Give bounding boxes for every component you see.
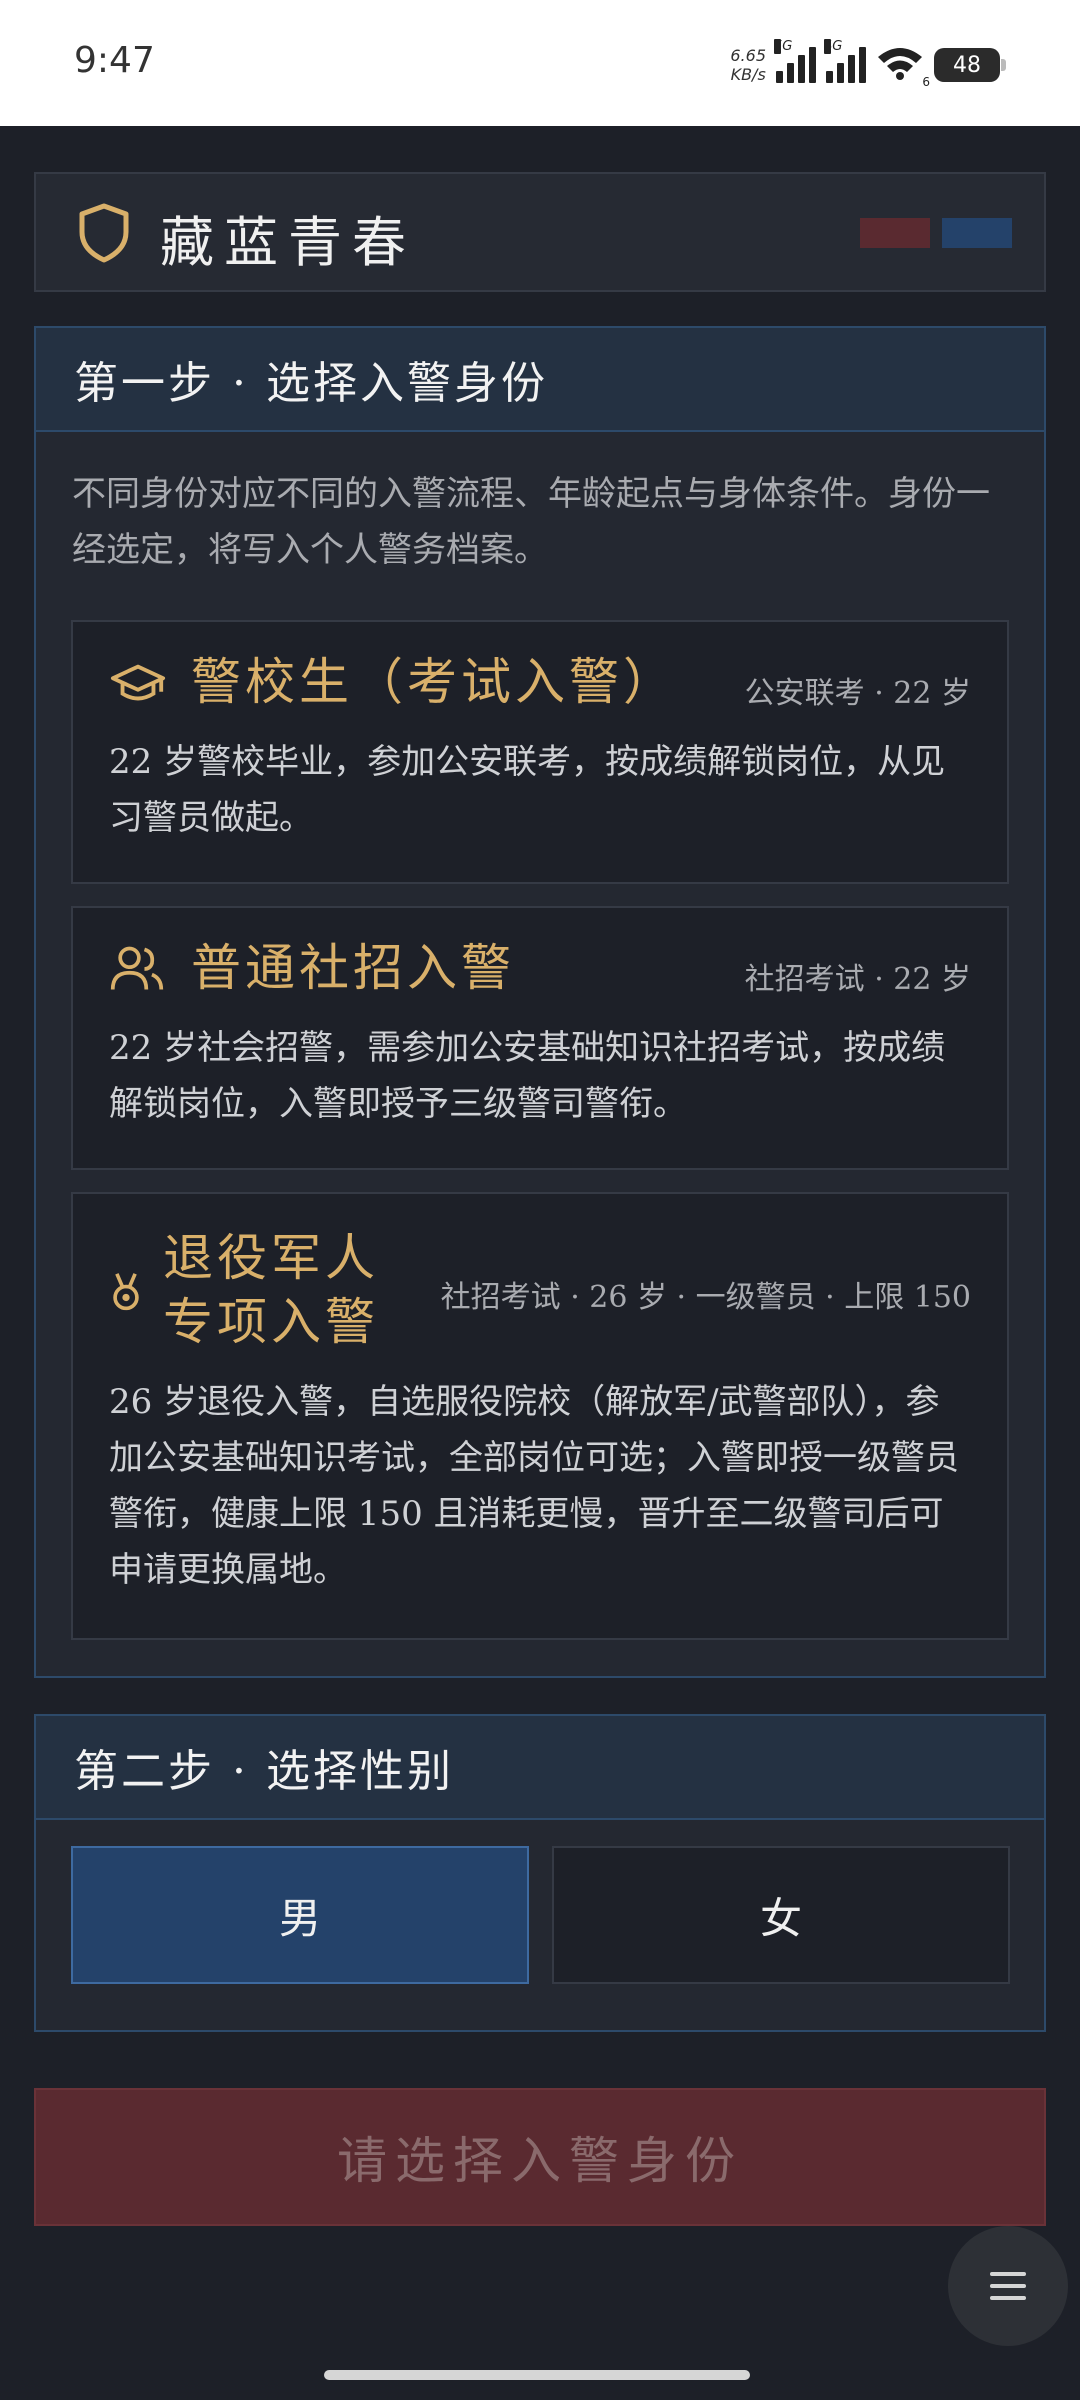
wifi-icon: 6 [876,45,930,89]
gender-male-button[interactable]: 男 [71,1846,529,1984]
step2-title: 第二步 · 选择性别 [36,1716,1044,1820]
step1-panel: 第一步 · 选择入警身份 不同身份对应不同的入警流程、年龄起点与身体条件。身份一… [34,326,1046,1678]
option-description: 22 岁社会招警，需参加公安基础知识社招考试，按成绩解锁岗位，入警即授予三级警司… [109,1028,946,1124]
step2-panel: 第二步 · 选择性别 男 女 [34,1714,1046,2032]
option-meta: 社招考试 · 22 岁 [744,962,971,997]
status-time: 9:47 [74,40,155,81]
graduation-cap-icon [110,664,166,701]
option-meta: 公安联考 · 22 岁 [744,676,971,711]
sim1-tag: 5G [774,39,793,54]
option-title-line1: 退役军人 [163,1229,379,1287]
theme-swatch-red[interactable] [860,218,930,248]
status-icons: 6.65 KB/s 5G 4G 6 48 [730,39,1006,90]
identity-option-veteran[interactable]: 退役军人 专项入警 社招考试 · 26 岁 · 一级警员 · 上限 150 26… [71,1192,1009,1640]
home-indicator[interactable] [324,2370,750,2380]
shield-icon [79,203,129,263]
option-title: 警校生（考试入警） [191,653,677,711]
battery-icon: 48 [934,48,1006,82]
net-speed-value: 6.65 [730,46,766,65]
medal-icon [113,1273,139,1311]
hamburger-menu-icon [990,2272,1026,2300]
option-description: 26 岁退役入警，自选服役院校（解放军/武警部队），参加公安基础知识考试，全部岗… [109,1382,959,1590]
option-title-line2: 专项入警 [163,1293,379,1351]
step1-description: 不同身份对应不同的入警流程、年龄起点与身体条件。身份一经选定，将写入个人警务档案… [72,474,990,570]
identity-option-social-recruit[interactable]: 普通社招入警 社招考试 · 22 岁 22 岁社会招警，需参加公安基础知识社招考… [71,906,1009,1170]
net-speed: 6.65 KB/s [730,46,766,84]
app-title: 藏蓝青春 [160,211,416,274]
signal-sim1-icon: 5G [774,39,816,83]
wifi-tag: 6 [922,75,930,89]
sim2-tag: 4G [824,39,843,54]
option-meta: 社招考试 · 26 岁 · 一级警员 · 上限 150 [440,1280,971,1315]
gender-female-button[interactable]: 女 [552,1846,1010,1984]
option-title: 普通社招入警 [191,939,515,997]
submit-button[interactable]: 请选择入警身份 [34,2088,1046,2226]
step1-title: 第一步 · 选择入警身份 [36,328,1044,432]
option-description: 22 岁警校毕业，参加公安联考，按成绩解锁岗位，从见习警员做起。 [109,742,946,838]
identity-option-police-academy[interactable]: 警校生（考试入警） 公安联考 · 22 岁 22 岁警校毕业，参加公安联考，按成… [71,620,1009,884]
users-icon [110,946,164,990]
signal-sim2-icon: 4G [824,39,866,83]
app-header: 藏蓝青春 [34,172,1046,292]
net-speed-unit: KB/s [730,65,766,84]
menu-button[interactable] [948,2226,1068,2346]
option-title: 退役军人 专项入警 [163,1226,379,1354]
theme-swatch-blue[interactable] [942,218,1012,248]
status-bar: 9:47 6.65 KB/s 5G 4G 6 48 [0,0,1080,126]
